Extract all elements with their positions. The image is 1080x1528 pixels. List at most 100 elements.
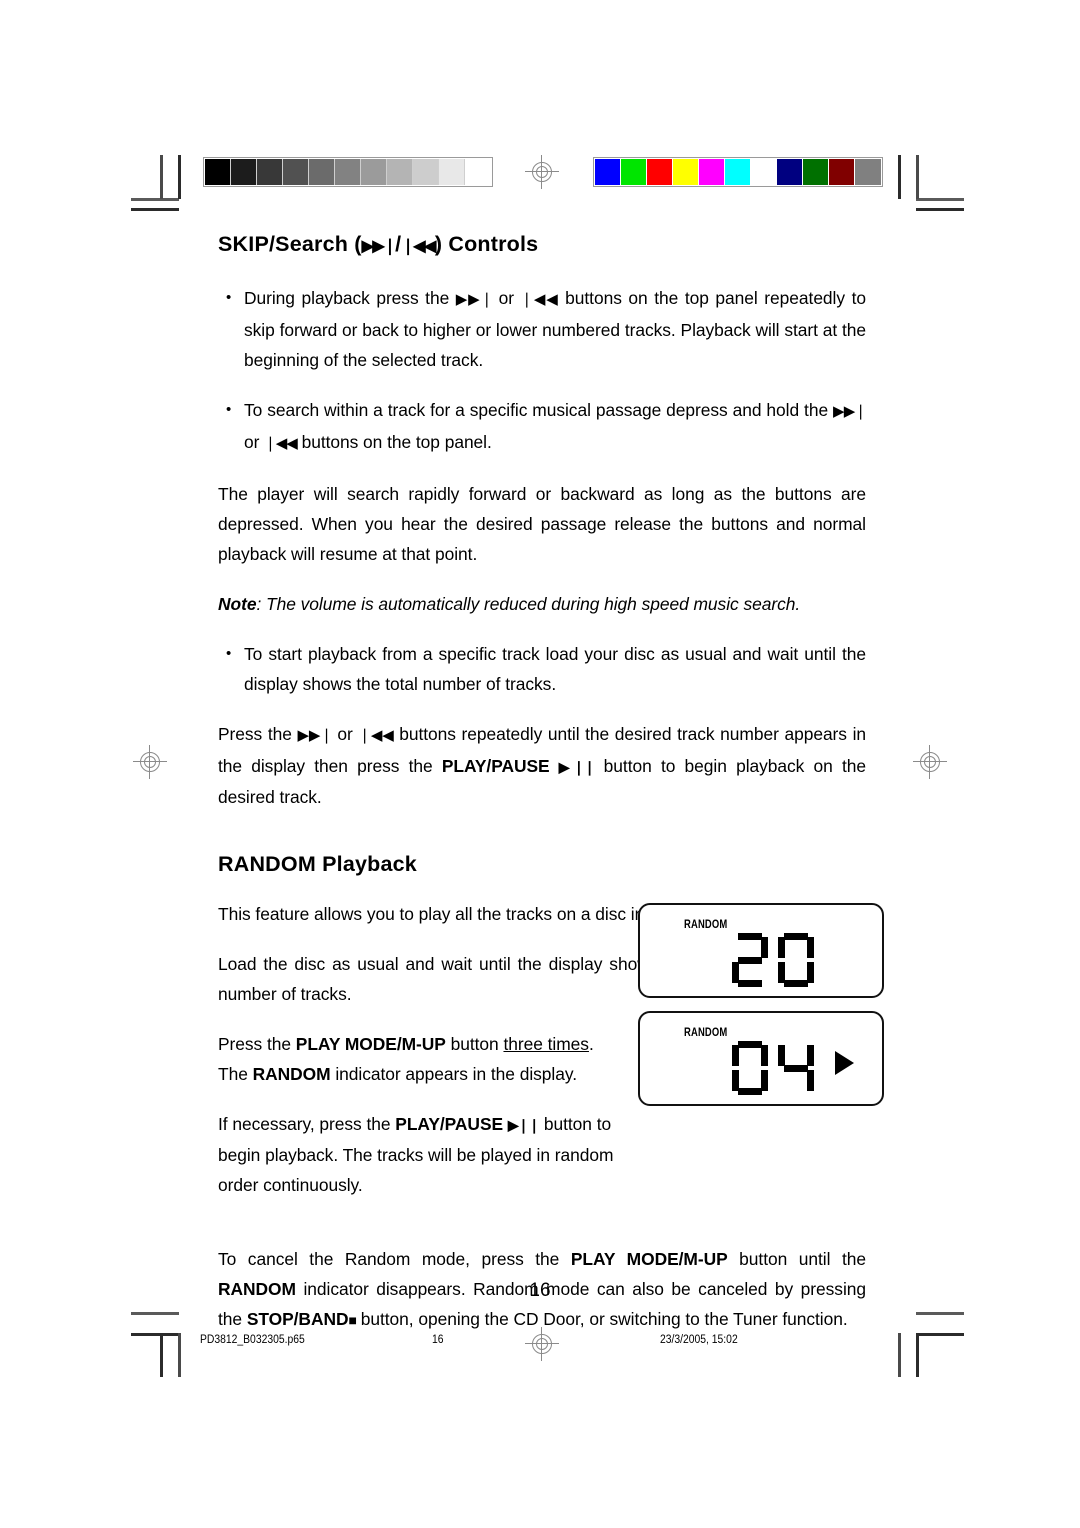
seven-segment-digit: [778, 933, 814, 987]
cancel-text-2: button until the: [727, 1249, 866, 1269]
grayscale-swatch: [205, 159, 231, 185]
play-mode-button-label: PLAY MODE/M-UP: [295, 1034, 446, 1054]
color-swatch: [647, 159, 673, 185]
crop-mark-top-right-vertical: [916, 155, 919, 199]
cancel-text-1: To cancel the Random mode, press the: [218, 1249, 571, 1269]
color-calibration-bar: [593, 157, 883, 187]
mode-text-2: button: [445, 1034, 504, 1054]
color-swatch: [621, 159, 647, 185]
bullet-search-within-track: To search within a track for a specific …: [218, 395, 867, 459]
bullet2-text-3: buttons on the top panel.: [296, 432, 492, 452]
press-text-1: Press the: [218, 724, 298, 744]
bullet-during-playback: During playback press the ▶▶❘ or ❘◀◀ but…: [218, 283, 866, 375]
press-text-2: or: [331, 724, 359, 744]
crop-mark-bottom-right-vertical: [916, 1333, 919, 1377]
skip-forward-icon: ▶▶❘: [361, 238, 397, 255]
paragraph-press-skip: Press the ▶▶❘ or ❘◀◀ buttons repeatedly …: [218, 719, 866, 812]
crop-mark-bottom-left-bleed-h: [131, 1312, 179, 1315]
bullet1-text-2: or: [492, 288, 521, 308]
seven-segment-digit: [732, 933, 768, 987]
note-label: Note: [218, 594, 257, 614]
paragraph-player-search: The player will search rapidly forward o…: [218, 484, 866, 564]
grayscale-swatch: [361, 159, 387, 185]
lcd-display-current-track: RANDOM: [638, 1011, 884, 1106]
crop-mark-bottom-right-bleed: [898, 1333, 901, 1377]
color-swatch: [751, 159, 777, 185]
footer-timestamp: 23/3/2005, 15:02: [660, 1334, 738, 1346]
grayscale-swatch: [439, 159, 465, 185]
grayscale-swatch: [231, 159, 257, 185]
grayscale-swatch: [309, 159, 335, 185]
registration-mark-right: [913, 745, 947, 779]
paragraph-random-mode: Press the PLAY MODE/M-UP button three ti…: [218, 1029, 628, 1089]
section-title-random-playback: RANDOM Playback: [218, 852, 417, 876]
grayscale-swatch: [257, 159, 283, 185]
lcd-random-indicator: RANDOM: [684, 1027, 728, 1039]
footer-page: 16: [432, 1334, 444, 1346]
color-swatch: [673, 159, 699, 185]
crop-mark-top-right-bleed-h: [916, 208, 964, 211]
crop-mark-top-right-horizontal: [916, 198, 964, 201]
paragraph-note: Note: The volume is automatically reduce…: [218, 589, 866, 619]
grayscale-swatch: [283, 159, 309, 185]
play-pause-button-label: PLAY/PAUSE: [441, 756, 550, 776]
play-triangle-icon: [835, 1051, 854, 1075]
crop-mark-top-left-bleed: [178, 155, 181, 199]
seven-segment-digit: [732, 1041, 768, 1095]
begin-text-1: If necessary, press the: [218, 1114, 396, 1134]
play-pause-button-label: PLAY/PAUSE: [395, 1114, 504, 1134]
cancel-text-4: button, opening the CD Door, or switchin…: [355, 1309, 848, 1329]
crop-mark-top-left-vertical: [160, 155, 163, 199]
color-swatch: [777, 159, 803, 185]
stop-band-button-label: STOP/BAND: [246, 1309, 349, 1329]
grayscale-swatch: [413, 159, 439, 185]
bullet-start-playback: To start playback from a specific track …: [218, 639, 866, 699]
paragraph-random-begin: If necessary, press the PLAY/PAUSE ▶❘❘ b…: [218, 1109, 628, 1200]
grayscale-swatch: [335, 159, 361, 185]
bullet2-text-2: or: [244, 432, 265, 452]
skip-back-icon: ❘◀◀: [358, 727, 394, 744]
seven-segment-digit: [778, 1041, 814, 1095]
skip-back-icon: ❘◀◀: [520, 291, 560, 308]
registration-mark-top: [525, 155, 559, 189]
mode-text-4: indicator appears in the display.: [330, 1064, 577, 1084]
grayscale-calibration-bar: [203, 157, 493, 187]
random-indicator-label: RANDOM: [252, 1064, 331, 1084]
title-text-suffix: ) Controls: [434, 232, 539, 256]
section-title-skip-search: SKIP/Search (▶▶❘/❘◀◀) Controls: [218, 232, 866, 257]
skip-forward-icon: ▶▶❘: [297, 727, 332, 744]
color-swatch: [595, 159, 621, 185]
stop-square-icon: ■: [348, 1312, 357, 1328]
lcd-random-indicator: RANDOM: [684, 919, 728, 931]
play-mode-button-label: PLAY MODE/M-UP: [570, 1249, 728, 1269]
footer-filename: PD3812_B032305.p65: [200, 1334, 305, 1346]
crop-mark-top-left-horizontal: [131, 198, 179, 201]
lcd-digit-group: [732, 1041, 814, 1095]
title-text-prefix: SKIP/Search (: [218, 232, 362, 256]
color-swatch: [803, 159, 829, 185]
three-times-emphasis: three times: [503, 1034, 589, 1054]
color-swatch: [699, 159, 725, 185]
skip-forward-icon: ▶▶❘: [833, 403, 867, 420]
bullet1-text-1: During playback press the: [244, 288, 456, 308]
note-text: : The volume is automatically reduced du…: [256, 594, 801, 614]
lcd-digit-group: [732, 933, 814, 987]
crop-mark-bottom-right-bleed-h: [916, 1312, 964, 1315]
grayscale-swatch: [387, 159, 413, 185]
grayscale-swatch: [465, 159, 491, 185]
play-pause-icon: ▶❘❘: [507, 1117, 540, 1133]
page-number: 16: [529, 1280, 551, 1301]
crop-mark-top-left-bleed-h: [131, 208, 179, 211]
registration-mark-left: [133, 745, 167, 779]
skip-back-icon: ❘◀◀: [264, 435, 298, 452]
crop-mark-bottom-right-horizontal: [916, 1333, 964, 1336]
page-body: SKIP/Search (▶▶❘/❘◀◀) Controls During pl…: [218, 232, 867, 1355]
color-swatch: [855, 159, 881, 185]
skip-back-icon: ❘◀◀: [401, 238, 436, 255]
skip-forward-icon: ▶▶❘: [455, 291, 493, 308]
crop-mark-bottom-left-horizontal: [131, 1333, 179, 1336]
lcd-display-total-tracks: RANDOM: [638, 903, 884, 998]
crop-mark-top-right-bleed: [898, 155, 901, 199]
color-swatch: [725, 159, 751, 185]
mode-text-1: Press the: [218, 1034, 296, 1054]
